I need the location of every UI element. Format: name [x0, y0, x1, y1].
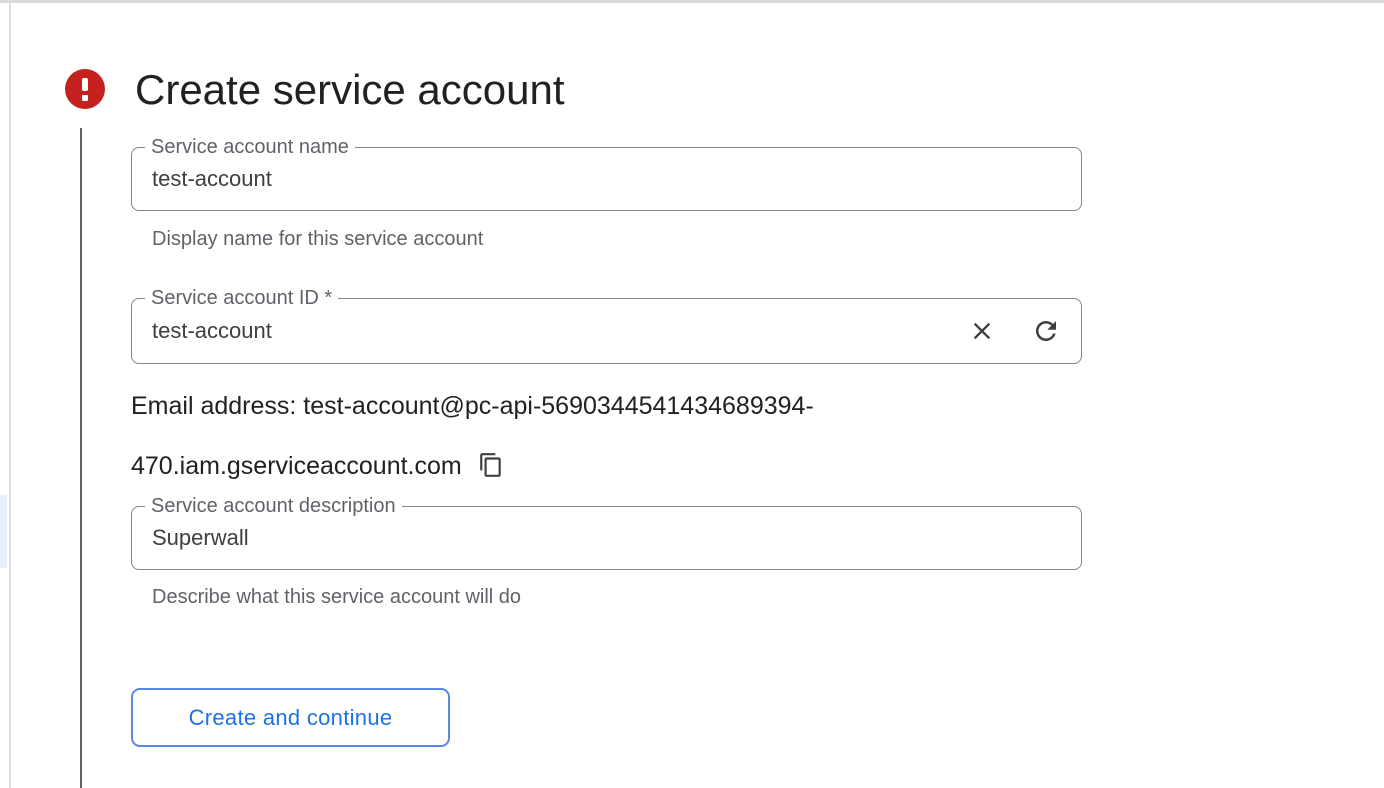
- page-title: Create service account: [135, 66, 565, 114]
- email-line-1: Email address: test-account@pc-api-56903…: [131, 392, 814, 420]
- exclamation-dot: [82, 95, 88, 101]
- service-account-description-label: Service account description: [145, 493, 402, 519]
- service-account-name-label: Service account name: [145, 134, 355, 160]
- error-icon: [65, 69, 105, 109]
- service-account-description-field: Service account description: [131, 506, 1082, 570]
- service-account-id-label: Service account ID *: [145, 285, 338, 311]
- field-icon-group: [962, 298, 1066, 364]
- refresh-icon: [1031, 316, 1061, 346]
- left-nav-fragment: [0, 495, 7, 568]
- service-account-id-field: Service account ID *: [131, 298, 1082, 364]
- stepper-connector-line: [80, 128, 82, 788]
- close-x-icon: [968, 317, 996, 345]
- email-line-2: 470.iam.gserviceaccount.com: [131, 452, 462, 480]
- clear-id-button[interactable]: [962, 311, 1002, 351]
- top-border-strip: [0, 0, 1384, 3]
- panel-left-border: [9, 3, 11, 788]
- service-account-name-field: Service account name: [131, 147, 1082, 211]
- service-account-name-helper: Display name for this service account: [152, 227, 483, 251]
- content-copy-icon: [478, 452, 504, 478]
- create-and-continue-button[interactable]: Create and continue: [131, 688, 450, 747]
- email-address-text: Email address: test-account@pc-api-56903…: [131, 376, 991, 496]
- copy-email-button[interactable]: [478, 452, 504, 478]
- regenerate-id-button[interactable]: [1026, 311, 1066, 351]
- service-account-description-helper: Describe what this service account will …: [152, 585, 521, 609]
- exclamation-bar: [82, 78, 88, 91]
